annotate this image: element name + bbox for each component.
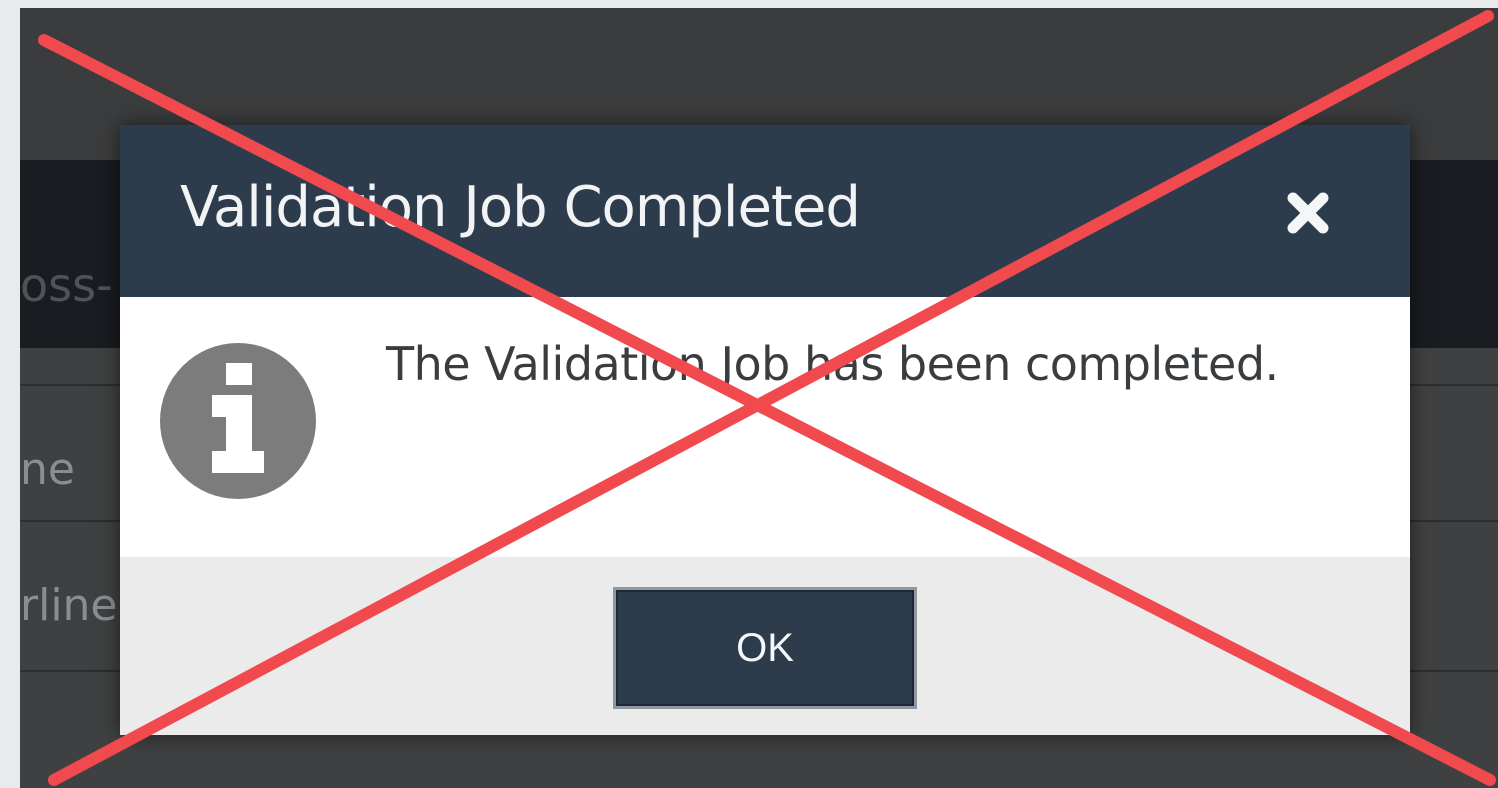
- background-cell-text: ne: [20, 444, 75, 495]
- close-button[interactable]: [1280, 185, 1336, 241]
- dialog-footer: OK: [120, 557, 1410, 735]
- dialog-title: Validation Job Completed: [180, 175, 861, 240]
- close-icon: [1287, 192, 1329, 234]
- background-cell-text: rline: [20, 580, 118, 631]
- ok-button[interactable]: OK: [613, 587, 917, 709]
- info-icon: [160, 343, 316, 499]
- dialog-message: The Validation Job has been completed.: [386, 337, 1279, 391]
- validation-complete-dialog: Validation Job Completed The Validation …: [120, 125, 1410, 735]
- dialog-body: The Validation Job has been completed.: [120, 297, 1410, 557]
- background-header-text: oss-: [20, 258, 113, 312]
- dialog-header: Validation Job Completed: [120, 125, 1410, 297]
